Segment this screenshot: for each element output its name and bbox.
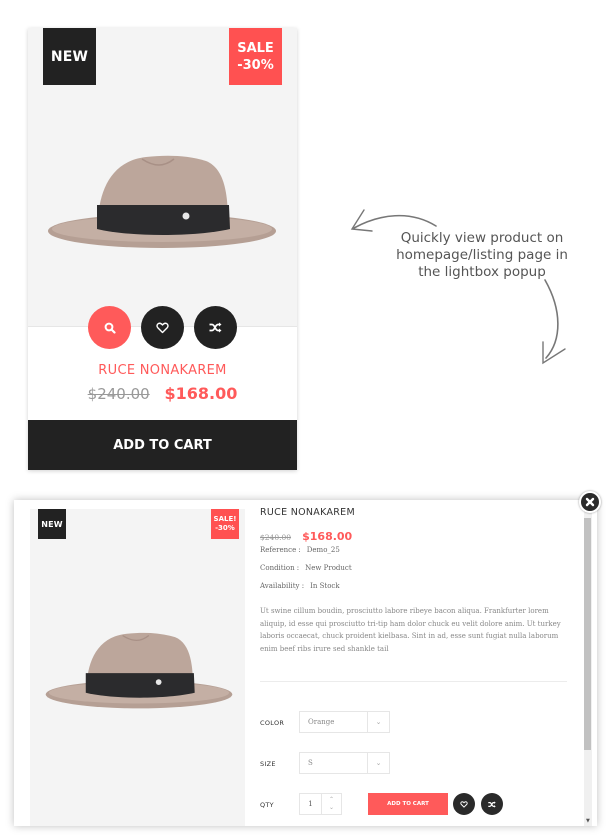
old-price: $240.00 xyxy=(260,533,292,542)
close-icon xyxy=(585,497,595,507)
chevron-down-icon[interactable]: ⌄ xyxy=(329,804,334,812)
card-action-buttons xyxy=(28,306,297,349)
product-description: Ut swine cillum boudin, prosciutto labor… xyxy=(260,607,561,653)
product-card: NEW SALE -30% RUCE NONAKAREM $240.00 $16… xyxy=(28,28,297,470)
qty-label: QTY xyxy=(260,801,274,809)
heart-icon xyxy=(156,322,169,333)
annotation-line: the lightbox popup xyxy=(418,264,546,280)
sale-price: $168.00 xyxy=(164,384,238,403)
quick-view-button[interactable] xyxy=(88,306,131,349)
color-label: COLOR xyxy=(260,719,285,727)
color-select-value: Orange xyxy=(300,712,368,732)
availability-row: Availability : In Stock xyxy=(260,582,340,590)
color-select[interactable]: Orange ⌄ xyxy=(299,711,390,733)
sale-price: $168.00 xyxy=(302,530,353,543)
popup-add-to-cart-button[interactable]: ADD TO CART xyxy=(368,793,448,815)
reference-value: Demo_25 xyxy=(306,546,340,554)
hat-product-image xyxy=(48,155,276,248)
availability-label: Availability : xyxy=(260,582,305,590)
close-popup-button[interactable] xyxy=(579,491,601,513)
size-select-value: S xyxy=(300,753,368,773)
quantity-input[interactable] xyxy=(300,794,322,814)
size-select[interactable]: S ⌄ xyxy=(299,752,390,774)
new-badge: NEW xyxy=(43,28,96,85)
condition-value: New Product xyxy=(305,564,352,572)
size-label: SIZE xyxy=(260,760,276,768)
condition-row: Condition : New Product xyxy=(260,564,352,572)
sale-badge-discount: -30% xyxy=(237,57,274,73)
sale-badge: SALE! -30% xyxy=(211,509,239,539)
sale-badge-label: SALE! xyxy=(213,515,237,523)
popup-wishlist-button[interactable] xyxy=(453,793,475,815)
sale-badge: SALE -30% xyxy=(229,28,282,85)
quantity-stepper: ⌃ ⌄ xyxy=(299,793,342,815)
product-image-area[interactable]: NEW SALE -30% xyxy=(28,28,297,327)
arrow-down-icon xyxy=(542,279,566,365)
quantity-steps: ⌃ ⌄ xyxy=(322,794,341,814)
popup-product-image-area: NEW SALE! -30% xyxy=(30,509,245,826)
chevron-down-icon: ⌄ xyxy=(375,718,382,726)
availability-value: In Stock xyxy=(310,582,340,590)
divider xyxy=(260,681,567,682)
sale-badge-label: SALE xyxy=(237,40,274,56)
chevron-down-icon: ⌄ xyxy=(375,759,382,767)
condition-label: Condition : xyxy=(260,564,300,572)
popup-product-title: RUCE NONAKAREM xyxy=(260,507,355,518)
feature-annotation: Quickly view product on homepage/listing… xyxy=(382,230,582,281)
heart-icon xyxy=(460,800,468,808)
new-badge: NEW xyxy=(38,509,66,539)
scrollbar-thumb[interactable] xyxy=(584,518,591,750)
scroll-down-arrow-icon[interactable]: ▼ xyxy=(586,818,590,824)
product-name-link[interactable]: RUCE NONAKAREM xyxy=(28,363,297,378)
annotation-line: Quickly view product on xyxy=(400,230,564,246)
arrow-left-icon xyxy=(350,209,437,232)
hat-product-image xyxy=(45,632,233,709)
annotation-line: homepage/listing page in xyxy=(396,247,568,263)
reference-label: Reference : xyxy=(260,546,301,554)
add-to-cart-button[interactable]: ADD TO CART xyxy=(28,420,297,470)
search-icon xyxy=(104,322,116,334)
wishlist-button[interactable] xyxy=(141,306,184,349)
old-price: $240.00 xyxy=(87,385,150,403)
sale-badge-discount: -30% xyxy=(215,524,235,532)
shuffle-icon xyxy=(209,322,222,333)
quick-view-popup: NEW SALE! -30% RUCE NONAKAREM $240.00 $1… xyxy=(14,500,597,826)
popup-compare-button[interactable] xyxy=(481,793,503,815)
chevron-up-icon[interactable]: ⌃ xyxy=(329,796,334,804)
reference-row: Reference : Demo_25 xyxy=(260,546,340,554)
compare-button[interactable] xyxy=(194,306,237,349)
shuffle-icon xyxy=(488,800,496,808)
product-prices: $240.00 $168.00 xyxy=(28,384,297,403)
popup-prices: $240.00 $168.00 xyxy=(260,525,352,544)
curved-arrow-icons xyxy=(350,209,566,365)
